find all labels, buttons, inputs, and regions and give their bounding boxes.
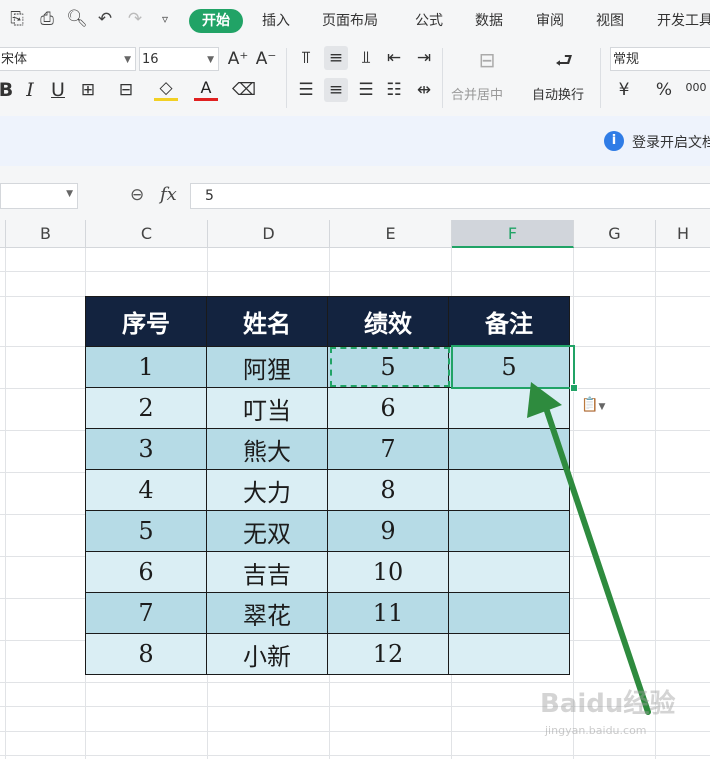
watermark-url: jingyan.baidu.com [545, 724, 647, 737]
annotation-arrow [527, 382, 651, 715]
watermark-logo: Baidu经验 [540, 689, 676, 719]
arrow-shaft [542, 402, 651, 715]
